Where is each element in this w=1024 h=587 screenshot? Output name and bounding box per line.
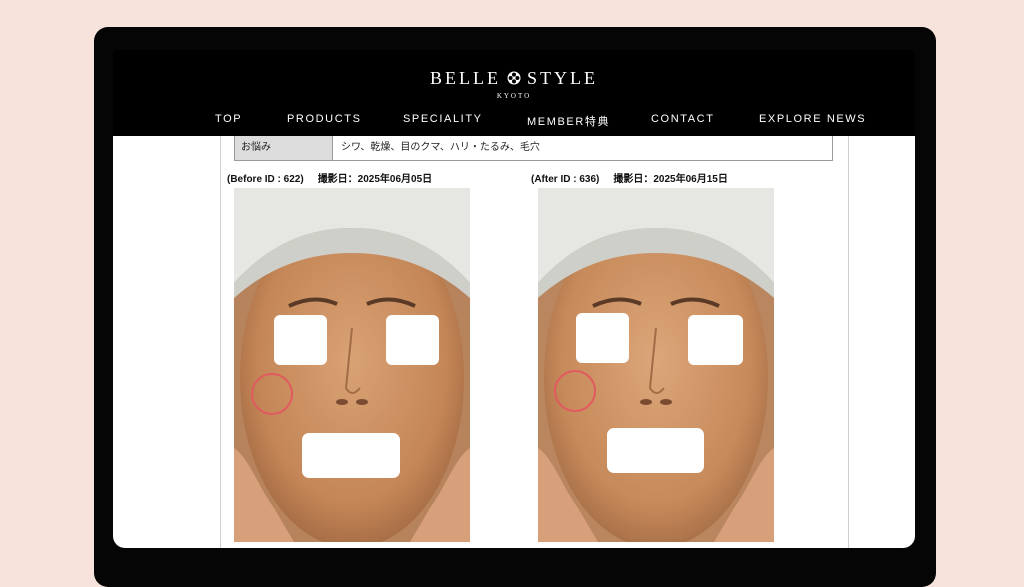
- nav-item-contact[interactable]: CONTACT: [651, 113, 715, 125]
- concerns-label: お悩み: [235, 136, 333, 160]
- brand-name-left: BELLE: [430, 68, 501, 88]
- before-date: 撮影日：2025年06月05日: [317, 174, 433, 185]
- before-caption: (Before ID : 622) 撮影日：2025年06月05日: [227, 170, 432, 185]
- concerns-value: シワ、乾燥、目のクマ、ハリ・たるみ、毛穴: [341, 142, 540, 153]
- content-border-right: [848, 136, 849, 548]
- before-face-image: [234, 188, 470, 542]
- concerns-table: お悩み シワ、乾燥、目のクマ、ハリ・たるみ、毛穴: [234, 136, 833, 161]
- after-face-image: [538, 188, 774, 542]
- after-photo: [538, 188, 774, 542]
- before-id: (Before ID : 622): [227, 174, 304, 185]
- main-nav: TOP PRODUCTS SPECIALITY MEMBER特典 CONTACT…: [113, 113, 915, 129]
- nav-item-products[interactable]: PRODUCTS: [287, 113, 362, 125]
- nav-item-top[interactable]: TOP: [215, 113, 242, 125]
- brand-name-right: STYLE: [527, 68, 598, 88]
- browser-screen: BELLE STYLE KYOTO TOP PRODUCTS SPECIALITY…: [113, 50, 915, 548]
- site-header: BELLE STYLE KYOTO TOP PRODUCTS SPECIALITY…: [113, 50, 915, 136]
- flower-icon: [507, 71, 521, 85]
- nav-item-speciality[interactable]: SPECIALITY: [403, 113, 483, 125]
- before-photo: [234, 188, 470, 542]
- main-content: お悩み シワ、乾燥、目のクマ、ハリ・たるみ、毛穴 (Before ID : 62…: [113, 136, 915, 548]
- nav-item-explore-news[interactable]: EXPLORE NEWS: [759, 113, 866, 125]
- brand-location: KYOTO: [496, 92, 532, 100]
- after-caption: (After ID : 636) 撮影日：2025年06月15日: [531, 170, 728, 185]
- brand-logo[interactable]: BELLE STYLE: [113, 68, 915, 89]
- content-border-left: [220, 136, 221, 548]
- nav-item-member[interactable]: MEMBER特典: [527, 113, 610, 129]
- after-date: 撮影日：2025年06月15日: [613, 174, 728, 185]
- after-id: (After ID : 636): [531, 174, 600, 185]
